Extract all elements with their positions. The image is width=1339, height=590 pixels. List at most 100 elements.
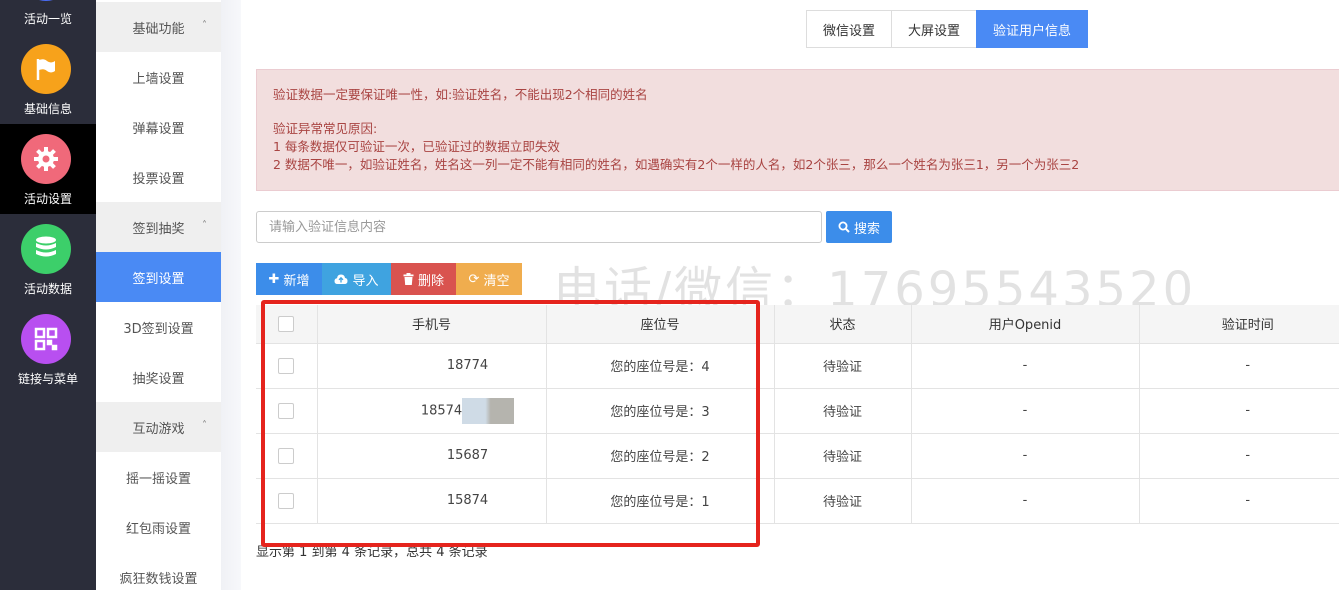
row-select-cell	[256, 343, 318, 389]
rail-label: 链接与菜单	[17, 372, 78, 386]
menu-item-shake[interactable]: 摇一摇设置	[96, 452, 221, 502]
rail-label: 活动设置	[23, 192, 72, 206]
column-header[interactable]: 验证时间	[1139, 305, 1339, 344]
rail-item-basic-info[interactable]: 基础信息	[0, 34, 96, 124]
time-cell: -	[1139, 478, 1339, 524]
group-games[interactable]: 互动游戏 ˄	[96, 402, 221, 452]
table-toolbar: ✚ 新增 导入 删除 ⟳ 清空	[256, 263, 522, 295]
rail-item-activity-settings[interactable]: 活动设置	[0, 124, 96, 214]
status-cell: 待验证	[774, 433, 912, 479]
column-header[interactable]: 用户Openid	[911, 305, 1140, 344]
main-content: 微信设置 大屏设置 验证用户信息 验证数据一定要保证唯一性，如:验证姓名，不能出…	[241, 0, 1339, 590]
pagination-info: 显示第 1 到第 4 条记录，总共 4 条记录	[256, 545, 488, 560]
row-checkbox[interactable]	[278, 357, 295, 374]
refresh-icon: ⟳	[468, 271, 480, 287]
icon-rail: 活动一览 基础信息 活动设置 活动数据 链接与菜单	[0, 0, 96, 590]
phone-cell: 15874	[317, 478, 547, 524]
chevron-up-icon: ˄	[202, 20, 207, 31]
status-cell: 待验证	[774, 388, 912, 434]
blurred-region	[462, 397, 515, 424]
clear-button[interactable]: ⟳ 清空	[456, 263, 522, 295]
seat-cell: 您的座位号是：3	[546, 388, 775, 434]
rail-label: 活动一览	[23, 12, 72, 26]
tab-screen-settings[interactable]: 大屏设置	[891, 10, 978, 48]
cloud-upload-icon	[334, 274, 348, 284]
menu-item-barrage[interactable]: 弹幕设置	[96, 102, 221, 152]
phone-value: 18574	[420, 403, 463, 418]
import-button-label: 导入	[352, 273, 379, 289]
column-header[interactable]: 状态	[774, 305, 912, 344]
group-title: 基础功能	[132, 21, 185, 37]
settings-submenu: 基础功能 ˄ 上墙设置 弹幕设置 投票设置 签到抽奖 ˄ 签到设置 3D签到设置…	[96, 0, 221, 590]
trash-icon	[403, 273, 414, 285]
row-checkbox[interactable]	[278, 492, 295, 509]
tab-verify-user-info[interactable]: 验证用户信息	[976, 10, 1089, 48]
add-button[interactable]: ✚ 新增	[256, 263, 322, 295]
import-button[interactable]: 导入	[322, 263, 391, 295]
panel-divider	[221, 0, 241, 590]
rail-item-activity-data[interactable]: 活动数据	[0, 214, 96, 304]
search-input[interactable]	[256, 211, 822, 243]
plus-icon: ✚	[268, 271, 280, 287]
openid-cell: -	[911, 478, 1140, 524]
add-button-label: 新增	[283, 273, 310, 289]
menu-item-vote[interactable]: 投票设置	[96, 152, 221, 202]
warning-alert: 验证数据一定要保证唯一性，如:验证姓名，不能出现2个相同的姓名 验证异常常见原因…	[256, 69, 1339, 191]
settings-tabs: 微信设置 大屏设置 验证用户信息	[806, 10, 1089, 48]
rail-label: 活动数据	[23, 282, 72, 296]
alert-line: 2 数据不唯一，如验证姓名，姓名这一列一定不能有相同的姓名，如遇确实有2个一样的…	[273, 157, 1080, 172]
table-row: 15687 您的座位号是：2 待验证 - -	[256, 433, 1339, 479]
alert-line: 验证异常常见原因:	[273, 121, 378, 136]
phone-cell: 15687	[317, 433, 547, 479]
seat-cell: 您的座位号是：2	[546, 433, 775, 479]
openid-cell: -	[911, 433, 1140, 479]
column-header[interactable]: 手机号	[317, 305, 547, 344]
database-icon	[21, 224, 71, 274]
group-checkin-lottery[interactable]: 签到抽奖 ˄	[96, 202, 221, 252]
menu-item-checkin[interactable]: 签到设置	[96, 252, 221, 302]
alert-line: 1 每条数据仅可验证一次，已验证过的数据立即失效	[273, 139, 560, 154]
gear-icon	[21, 134, 71, 184]
phone-value: 18774	[446, 358, 489, 373]
phone-cell: 18774	[317, 343, 547, 389]
menu-item-wall[interactable]: 上墙设置	[96, 52, 221, 102]
group-basic-functions[interactable]: 基础功能 ˄	[96, 2, 221, 52]
table-row: 18774 您的座位号是：4 待验证 - -	[256, 343, 1339, 389]
tab-wechat-settings[interactable]: 微信设置	[806, 10, 893, 48]
phone-value: 15687	[446, 448, 489, 463]
delete-button[interactable]: 删除	[391, 263, 456, 295]
select-all-checkbox[interactable]	[278, 315, 295, 332]
menu-item-money-count[interactable]: 疯狂数钱设置	[96, 552, 221, 590]
row-checkbox[interactable]	[278, 447, 295, 464]
alert-line: 验证数据一定要保证唯一性，如:验证姓名，不能出现2个相同的姓名	[273, 87, 648, 102]
table-header-row: 手机号 座位号 状态 用户Openid 验证时间	[256, 305, 1339, 344]
row-select-cell	[256, 433, 318, 479]
column-header[interactable]: 座位号	[546, 305, 775, 344]
flag-icon	[21, 44, 71, 94]
table-row: 15874 您的座位号是：1 待验证 - -	[256, 478, 1339, 524]
row-select-cell	[256, 478, 318, 524]
table-row: 18574 您的座位号是：3 待验证 - -	[256, 388, 1339, 434]
verify-info-table: 手机号 座位号 状态 用户Openid 验证时间 18774 您的座位号是：4 …	[256, 305, 1339, 524]
list-icon	[21, 0, 71, 1]
phone-cell: 18574	[317, 388, 547, 434]
menu-item-lottery[interactable]: 抽奖设置	[96, 352, 221, 402]
time-cell: -	[1139, 343, 1339, 389]
search-icon	[838, 221, 850, 233]
qrcode-icon	[21, 314, 71, 364]
row-checkbox[interactable]	[278, 402, 295, 419]
openid-cell: -	[911, 343, 1140, 389]
menu-item-red-packet[interactable]: 红包雨设置	[96, 502, 221, 552]
search-button-label: 搜索	[853, 221, 880, 237]
status-cell: 待验证	[774, 478, 912, 524]
rail-item-links-menu[interactable]: 链接与菜单	[0, 304, 96, 394]
row-select-cell	[256, 388, 318, 434]
search-button[interactable]: 搜索	[826, 211, 892, 243]
time-cell: -	[1139, 388, 1339, 434]
rail-item-overview[interactable]: 活动一览	[0, 0, 96, 26]
menu-item-3d-checkin[interactable]: 3D签到设置	[96, 302, 221, 352]
delete-button-label: 删除	[418, 273, 445, 289]
openid-cell: -	[911, 388, 1140, 434]
clear-button-label: 清空	[483, 273, 510, 289]
status-cell: 待验证	[774, 343, 912, 389]
